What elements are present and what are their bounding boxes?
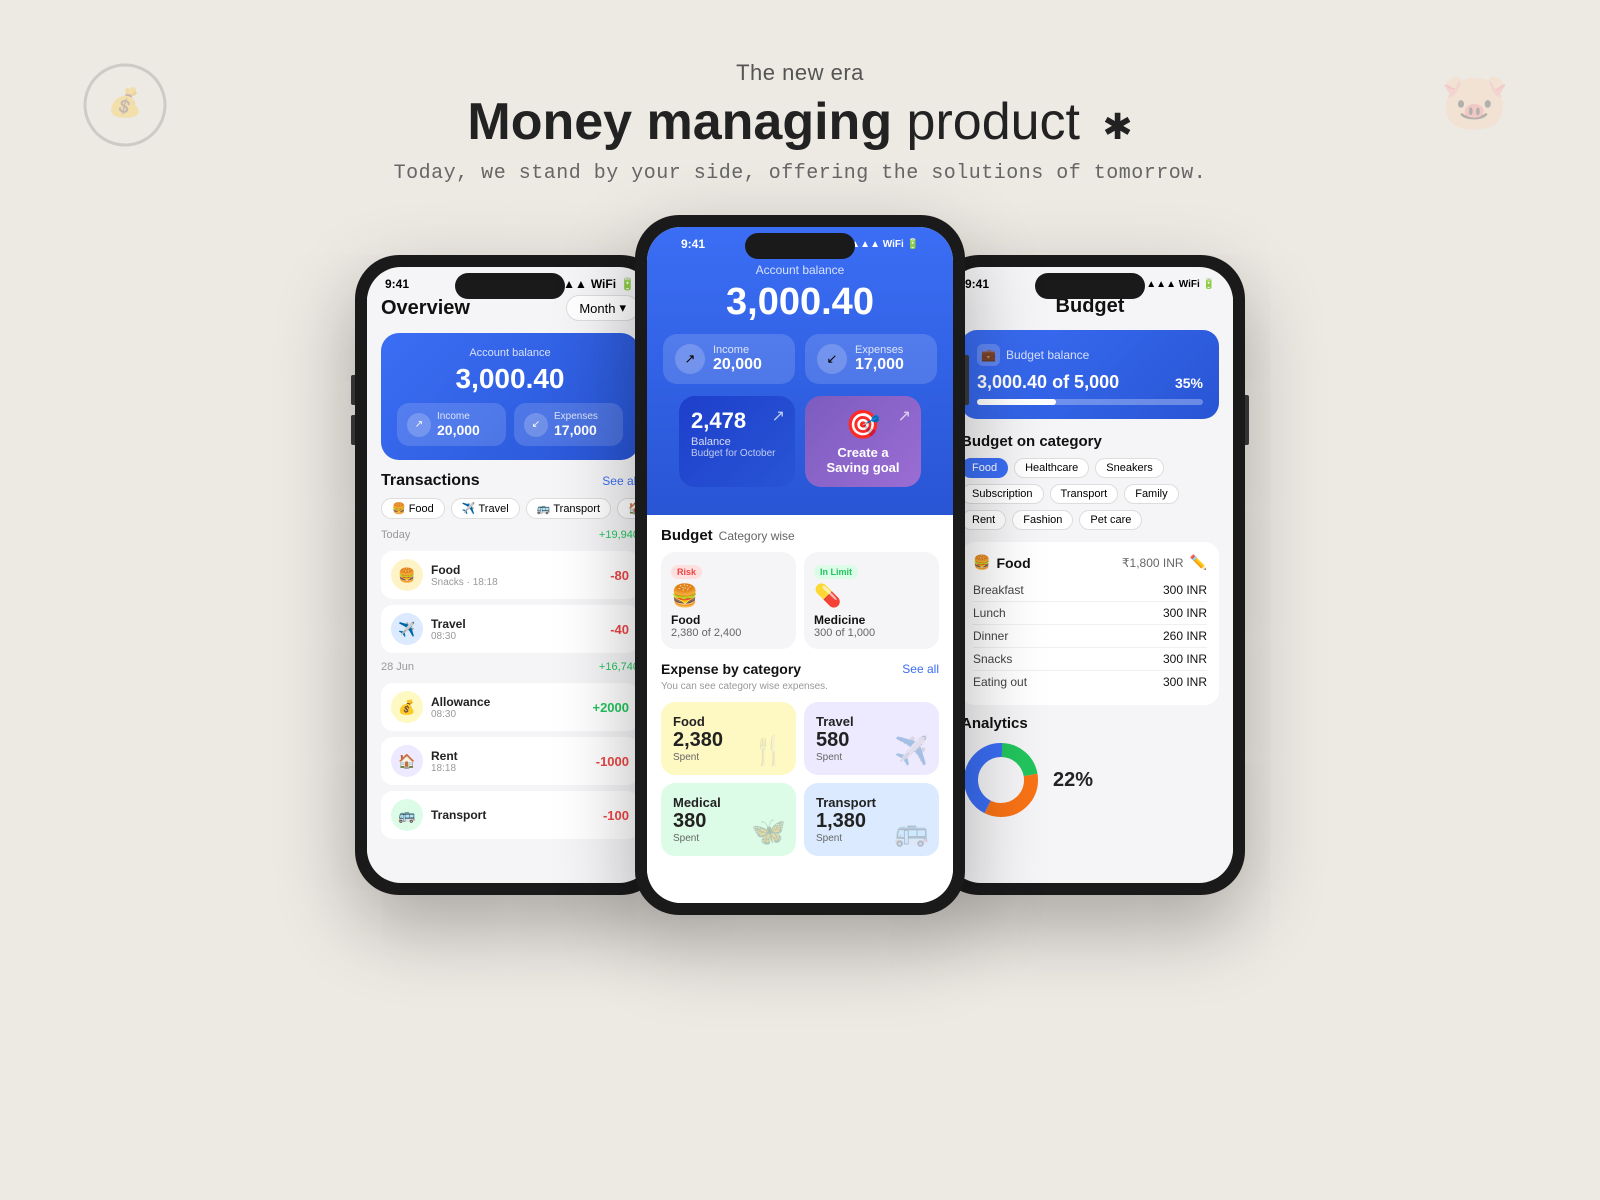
budget-right-content: Budget 💼 Budget balance 3,000.40 of 5,00… — [947, 295, 1233, 879]
budget-progress-bar — [977, 399, 1203, 405]
food-item-snacks: Snacks 300 INR — [973, 648, 1207, 671]
income-item: ↗ Income 20,000 — [397, 403, 506, 446]
notch-center — [745, 233, 855, 259]
hero-subtitle: The new era — [0, 60, 1600, 86]
jun-group: 28 Jun +16,740 💰 Allowance 08:30 +2000 🏠 — [381, 661, 639, 839]
screen-center: 9:41 ▲▲▲ WiFi 🔋 Account balance 3,000.40… — [647, 227, 953, 903]
budget-cards-row: ↗ 2,478 Balance Budget for October ↗ 🎯 C… — [679, 396, 921, 487]
transactions-header: Transactions See all — [381, 472, 639, 490]
chip-sneakers[interactable]: Sneakers — [1095, 458, 1163, 478]
time-left: 9:41 — [385, 277, 409, 291]
phone-left: 9:41 ▲▲▲ WiFi 🔋 Overview Month ▾ — [355, 255, 665, 895]
overview-content: Overview Month ▾ Account balance 3,000.4… — [367, 295, 653, 879]
food-item-eatingout: Eating out 300 INR — [973, 671, 1207, 693]
chip-petcare[interactable]: Pet care — [1079, 510, 1142, 530]
chip-transport[interactable]: Transport — [1050, 484, 1119, 504]
hero-title-bold: Money managing — [467, 93, 892, 151]
chip-fashion[interactable]: Fashion — [1012, 510, 1073, 530]
food-item-dinner: Dinner 260 INR — [973, 625, 1207, 648]
chip-subscription[interactable]: Subscription — [961, 484, 1044, 504]
category-chips: Food Healthcare Sneakers Subscription Tr… — [961, 458, 1219, 530]
phone-right: 9:41 ▲▲▲ WiFi 🔋 Budget 💼 Budget balance — [935, 255, 1245, 895]
txn-allowance: 💰 Allowance 08:30 +2000 — [381, 683, 639, 731]
chip-rent[interactable]: Rent — [961, 510, 1006, 530]
balance-label: Account balance — [397, 347, 623, 359]
tile-travel: Travel 580 Spent ✈️ — [804, 702, 939, 775]
balance-amount: 3,000.40 — [397, 363, 623, 395]
center-bottom: Budget Category wise Risk 🍔 Food 2,380 o… — [647, 515, 953, 903]
budget-categories: Risk 🍔 Food 2,380 of 2,400 In Limit 💊 Me… — [661, 552, 939, 649]
filter-row: 🍔 Food ✈️ Travel 🚌 Transport 🏠 Rent — [381, 498, 639, 519]
expense-item: ↙ Expenses 17,000 — [514, 403, 623, 446]
see-all-center[interactable]: See all — [902, 662, 939, 676]
month-button[interactable]: Month ▾ — [566, 295, 639, 321]
txn-travel: ✈️ Travel 08:30 -40 — [381, 605, 639, 653]
expense-grid: Food 2,380 Spent 🍴 Travel 580 Spent ✈️ — [661, 702, 939, 856]
food-item-lunch: Lunch 300 INR — [973, 602, 1207, 625]
notch-left — [455, 273, 565, 299]
cat-food: Risk 🍔 Food 2,380 of 2,400 — [661, 552, 796, 649]
edit-icon[interactable]: ✏️ — [1190, 554, 1207, 571]
tile-transport: Transport 1,380 Spent 🚌 — [804, 783, 939, 856]
hero-title: Money managing product ✱ — [0, 92, 1600, 152]
chip-family[interactable]: Family — [1124, 484, 1178, 504]
phone-center: 9:41 ▲▲▲ WiFi 🔋 Account balance 3,000.40… — [635, 215, 965, 915]
balance-card-left: Account balance 3,000.40 ↗ Income 20,000… — [381, 333, 639, 460]
center-income: ↗ Income 20,000 — [663, 334, 795, 384]
center-expense: ↙ Expenses 17,000 — [805, 334, 937, 384]
txn-rent: 🏠 Rent 18:18 -1000 — [381, 737, 639, 785]
hero-tagline: Today, we stand by your side, offering t… — [0, 162, 1600, 185]
filter-transport[interactable]: 🚌 Transport — [526, 498, 611, 519]
food-item-breakfast: Breakfast 300 INR — [973, 579, 1207, 602]
budget-balance-card: 💼 Budget balance 3,000.40 of 5,000 35% — [961, 330, 1219, 419]
notch-right — [1035, 273, 1145, 299]
filter-travel[interactable]: ✈️ Travel — [451, 498, 520, 519]
screen-left: 9:41 ▲▲▲ WiFi 🔋 Overview Month ▾ — [367, 267, 653, 883]
tile-medical: Medical 380 Spent 🦋 — [661, 783, 796, 856]
cat-medicine: In Limit 💊 Medicine 300 of 1,000 — [804, 552, 939, 649]
see-all-left[interactable]: See all — [602, 474, 639, 488]
budget-card-saving: ↗ 🎯 Create a Saving goal — [805, 396, 921, 487]
filter-food[interactable]: 🍔 Food — [381, 498, 445, 519]
center-income-expense: ↗ Income 20,000 ↙ Expenses 17,000 — [663, 334, 937, 384]
phones-container: 9:41 ▲▲▲ WiFi 🔋 Overview Month ▾ — [0, 215, 1600, 915]
chip-food[interactable]: Food — [961, 458, 1008, 478]
screen-right: 9:41 ▲▲▲ WiFi 🔋 Budget 💼 Budget balance — [947, 267, 1233, 883]
txn-transport: 🚌 Transport -100 — [381, 791, 639, 839]
food-budget-card: 🍔 Food ₹1,800 INR ✏️ Breakfast 300 INR — [961, 542, 1219, 705]
budget-card-balance: ↗ 2,478 Balance Budget for October — [679, 396, 795, 487]
hero-section: The new era Money managing product ✱ Tod… — [0, 0, 1600, 185]
txn-food: 🍔 Food Snacks · 18:18 -80 — [381, 551, 639, 599]
expense-header: Expense by category See all — [661, 661, 939, 677]
center-top: 9:41 ▲▲▲ WiFi 🔋 Account balance 3,000.40… — [647, 227, 953, 515]
today-group: Today +19,940 🍔 Food Snacks · 18:18 -80 … — [381, 529, 639, 653]
balance-row: ↗ Income 20,000 ↙ Expenses 17,000 — [397, 403, 623, 446]
overview-title: Overview — [381, 297, 470, 320]
chip-healthcare[interactable]: Healthcare — [1014, 458, 1089, 478]
pie-chart — [961, 740, 1041, 820]
tile-food: Food 2,380 Spent 🍴 — [661, 702, 796, 775]
